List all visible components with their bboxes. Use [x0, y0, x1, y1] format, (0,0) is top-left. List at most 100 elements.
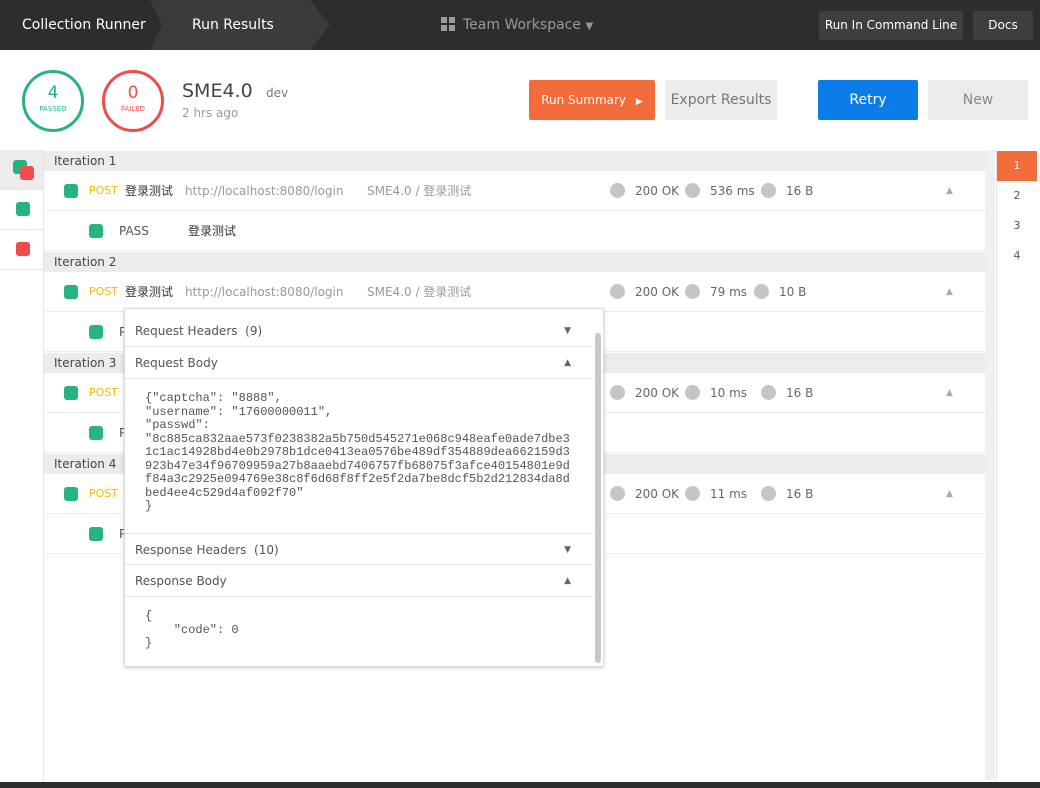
- run-summary-label: Run Summary: [541, 93, 627, 107]
- size-dot-icon: [761, 385, 776, 400]
- method-label: POST: [89, 184, 118, 197]
- response-time: 79 ms: [710, 285, 748, 299]
- status-dot-icon: [610, 385, 625, 400]
- pass-status-icon: [64, 386, 78, 400]
- response-headers-section[interactable]: Response Headers (10) ▼: [125, 533, 593, 565]
- collapse-caret-icon[interactable]: ▲: [946, 474, 953, 514]
- page-2[interactable]: 2: [997, 181, 1037, 211]
- failed-count-badge: 0 FAILED: [102, 70, 164, 132]
- request-body-text: {"captcha": "8888", "username": "1760000…: [145, 391, 570, 513]
- status-code: 200 OK: [635, 386, 680, 400]
- collection-name: SME4.0: [182, 80, 253, 102]
- page-3[interactable]: 3: [997, 211, 1037, 241]
- response-body-section[interactable]: Response Body ▲: [125, 565, 593, 597]
- request-headers-count: (9): [245, 324, 263, 338]
- time-dot-icon: [685, 284, 700, 299]
- failed-count: 0: [127, 83, 139, 103]
- test-name: 登录测试: [188, 224, 237, 238]
- request-url[interactable]: http://localhost:8080/login: [185, 272, 343, 312]
- size-dot-icon: [761, 486, 776, 501]
- test-pass-icon: [89, 527, 103, 541]
- time-dot-icon: [685, 385, 700, 400]
- request-row[interactable]: POST 登录测试 http://localhost:8080/login SM…: [44, 272, 985, 312]
- filter-passed[interactable]: [0, 190, 43, 230]
- caret-up-icon: ▲: [564, 358, 571, 368]
- response-body-text: { "code": 0 }: [145, 609, 239, 650]
- status-code: 200 OK: [635, 487, 680, 501]
- request-name: 登录测试: [125, 285, 174, 299]
- time-dot-icon: [685, 486, 700, 501]
- request-headers-label: Request Headers: [135, 324, 238, 338]
- response-headers-count: (10): [254, 543, 279, 557]
- request-name: 登录测试: [125, 184, 174, 198]
- status-code: 200 OK: [635, 285, 680, 299]
- workspace-label: Team Workspace: [463, 17, 581, 33]
- iteration-header[interactable]: Iteration 2: [44, 252, 985, 272]
- passed-count: 4: [47, 83, 59, 103]
- size-dot-icon: [754, 284, 769, 299]
- page-4[interactable]: 4: [997, 241, 1037, 271]
- collapse-caret-icon[interactable]: ▲: [946, 373, 953, 413]
- filter-failed[interactable]: [0, 230, 43, 270]
- environment-name: dev: [266, 86, 289, 100]
- response-size: 16 B: [786, 386, 814, 400]
- pass-status-icon: [64, 285, 78, 299]
- test-pass-icon: [89, 325, 103, 339]
- breadcrumb-collection-runner[interactable]: Collection Runner: [22, 0, 146, 50]
- pass-status-icon: [64, 184, 78, 198]
- test-pass-icon: [89, 426, 103, 440]
- test-pass-icon: [89, 224, 103, 238]
- retry-button[interactable]: Retry: [818, 80, 918, 120]
- response-body-label: Response Body: [135, 574, 227, 588]
- request-row[interactable]: POST 登录测试 http://localhost:8080/login SM…: [44, 171, 985, 211]
- time-dot-icon: [685, 183, 700, 198]
- method-label: POST: [89, 285, 118, 298]
- response-time: 536 ms: [710, 184, 755, 198]
- request-headers-section[interactable]: Request Headers (9) ▼: [125, 315, 593, 347]
- status-dot-icon: [610, 486, 625, 501]
- method-label: POST: [89, 386, 118, 399]
- test-result: PASS: [119, 224, 149, 238]
- run-in-command-line-button[interactable]: Run In Command Line: [819, 11, 963, 40]
- response-size: 10 B: [779, 285, 807, 299]
- collapse-caret-icon[interactable]: ▲: [946, 171, 953, 211]
- export-results-button[interactable]: Export Results: [665, 80, 777, 120]
- filter-rail: [0, 150, 44, 782]
- filter-all[interactable]: [0, 150, 43, 190]
- request-details-popup: Request Headers (9) ▼ Request Body ▲ {"cap…: [124, 308, 604, 667]
- caret-up-icon: ▲: [564, 576, 571, 586]
- caret-down-icon: ▼: [564, 326, 571, 336]
- response-time: 10 ms: [710, 386, 748, 400]
- page-1[interactable]: 1: [997, 151, 1037, 181]
- test-row: PASS 登录测试: [44, 211, 985, 251]
- caret-down-icon: ▼: [585, 21, 594, 32]
- failed-label: FAILED: [121, 105, 145, 113]
- iteration-header[interactable]: Iteration 1: [44, 151, 985, 171]
- breadcrumb-run-results[interactable]: Run Results: [192, 0, 274, 50]
- status-code: 200 OK: [635, 184, 680, 198]
- status-dot-icon: [610, 284, 625, 299]
- request-path: SME4.0 / 登录测试: [367, 285, 472, 299]
- grid-icon: [441, 17, 455, 31]
- request-body-section[interactable]: Request Body ▲: [125, 347, 593, 379]
- new-button[interactable]: New: [928, 80, 1028, 120]
- caret-down-icon: ▼: [564, 545, 571, 555]
- results-scrollbar[interactable]: [985, 150, 995, 780]
- caret-right-icon: ▶: [635, 97, 643, 107]
- response-time: 11 ms: [710, 487, 748, 501]
- workspace-switcher[interactable]: Team Workspace ▼: [441, 0, 593, 50]
- docs-button[interactable]: Docs: [973, 11, 1033, 40]
- response-size: 16 B: [786, 487, 814, 501]
- status-dot-icon: [610, 183, 625, 198]
- run-summary-button[interactable]: Run Summary ▶: [529, 80, 655, 120]
- window-bottom-border: [0, 782, 1040, 788]
- response-headers-label: Response Headers: [135, 543, 247, 557]
- passed-label: PASSED: [39, 105, 67, 113]
- collapse-caret-icon[interactable]: ▲: [946, 272, 953, 312]
- response-size: 16 B: [786, 184, 814, 198]
- passed-count-badge: 4 PASSED: [22, 70, 84, 132]
- request-url[interactable]: http://localhost:8080/login: [185, 171, 343, 211]
- request-body-label: Request Body: [135, 356, 218, 370]
- popup-scrollbar[interactable]: [595, 333, 601, 663]
- request-path: SME4.0 / 登录测试: [367, 184, 472, 198]
